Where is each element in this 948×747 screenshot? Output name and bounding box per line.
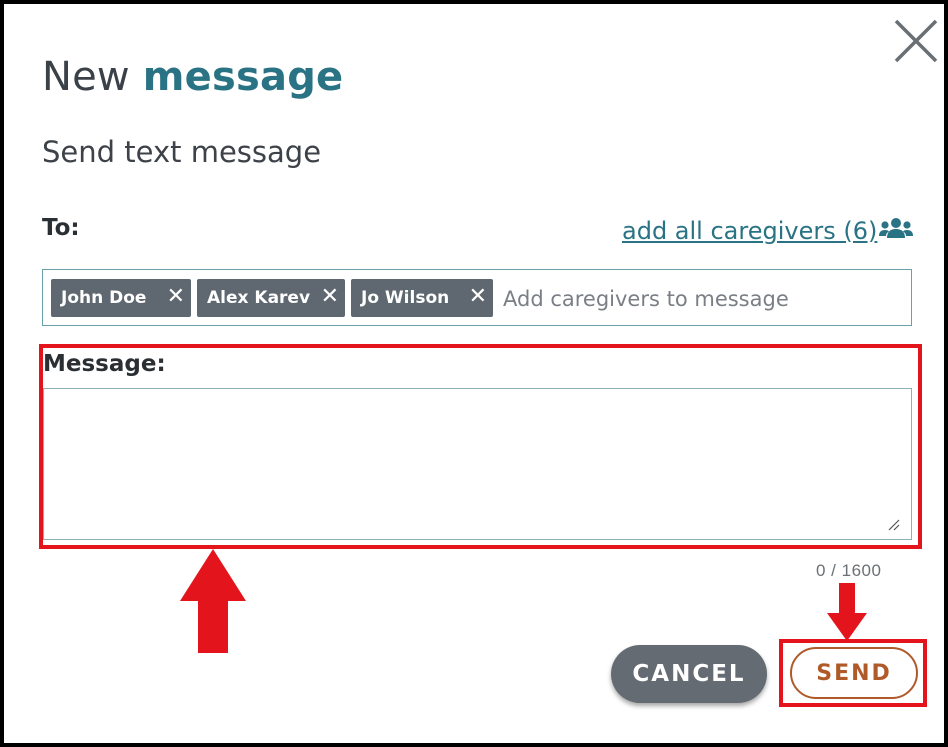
annotation-arrow-down-icon: [827, 583, 867, 641]
recipient-chip: Jo Wilson ✕: [351, 279, 493, 317]
title-bold: message: [142, 54, 344, 100]
close-icon[interactable]: [893, 18, 939, 64]
cancel-button[interactable]: CANCEL: [611, 645, 767, 703]
dialog-title: New message: [42, 54, 343, 100]
remove-recipient-icon[interactable]: ✕: [167, 279, 185, 315]
recipient-name: John Doe: [61, 288, 147, 308]
recipient-name: Alex Karev: [207, 288, 311, 308]
dialog: New message Send text message To: add al…: [0, 0, 948, 747]
annotation-arrow-up-icon: [180, 549, 246, 653]
add-caregivers-input[interactable]: [503, 284, 903, 314]
to-label: To:: [42, 215, 80, 241]
remove-recipient-icon[interactable]: ✕: [321, 279, 339, 315]
title-light: New: [42, 54, 130, 100]
resize-grip-icon[interactable]: [887, 518, 901, 532]
recipient-name: Jo Wilson: [361, 288, 450, 308]
message-label: Message:: [43, 351, 166, 377]
recipient-chip: John Doe ✕: [51, 279, 191, 317]
remove-recipient-icon[interactable]: ✕: [469, 279, 487, 315]
users-icon[interactable]: [879, 216, 913, 242]
recipients-field[interactable]: John Doe ✕ Alex Karev ✕ Jo Wilson ✕: [42, 269, 912, 326]
send-button[interactable]: SEND: [790, 647, 918, 699]
recipient-chip: Alex Karev ✕: [197, 279, 345, 317]
dialog-subtitle: Send text message: [42, 135, 322, 169]
character-counter: 0 / 1600: [816, 561, 882, 580]
add-all-caregivers-link[interactable]: add all caregivers (6): [622, 217, 877, 245]
message-textarea[interactable]: [43, 388, 912, 540]
